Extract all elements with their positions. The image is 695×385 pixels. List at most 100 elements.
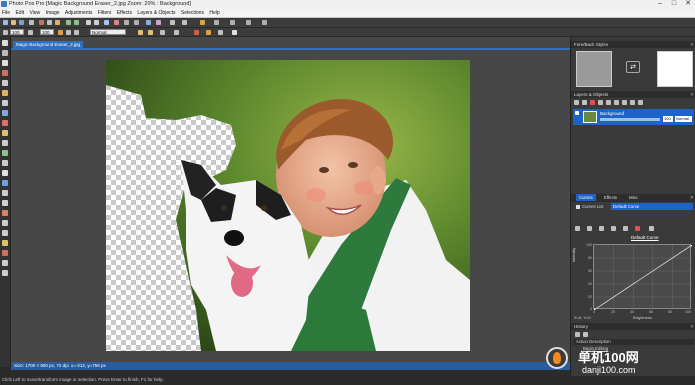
cut-icon[interactable] xyxy=(39,20,44,25)
menu-image[interactable]: Image xyxy=(44,9,62,18)
option-k-icon[interactable] xyxy=(232,30,237,35)
document-tab[interactable]: Magic Background Eraser_2.jpg xyxy=(13,41,84,48)
brush-size-icon[interactable] xyxy=(28,30,33,35)
copy-icon[interactable] xyxy=(47,20,52,25)
crop-icon[interactable] xyxy=(114,20,119,25)
tool-preset-icon[interactable] xyxy=(3,30,8,35)
window-icon[interactable] xyxy=(246,20,251,25)
new-layer-icon[interactable] xyxy=(574,100,579,105)
curve-point-icon[interactable] xyxy=(623,226,628,231)
menu-layers-objects[interactable]: Layers & Objects xyxy=(135,9,177,18)
option-i-icon[interactable] xyxy=(206,30,211,35)
brush-tool-icon[interactable] xyxy=(2,120,8,126)
option-d-icon[interactable] xyxy=(138,30,143,35)
magic-wand-tool-icon[interactable] xyxy=(2,70,8,76)
close-icon[interactable]: ✕ xyxy=(690,41,694,48)
settings-icon[interactable] xyxy=(230,20,235,25)
menu-view[interactable]: View xyxy=(27,9,42,18)
save-icon[interactable] xyxy=(19,20,24,25)
print-icon[interactable] xyxy=(29,20,34,25)
pen-tool-icon[interactable] xyxy=(2,90,8,96)
opacity-field[interactable]: 100 xyxy=(40,29,54,35)
curve-load-icon[interactable] xyxy=(587,226,592,231)
option-f-icon[interactable] xyxy=(160,30,165,35)
curve-channel-icon[interactable] xyxy=(611,226,616,231)
option-b-icon[interactable] xyxy=(66,30,71,35)
layer-up-icon[interactable] xyxy=(598,100,603,105)
duplicate-layer-icon[interactable] xyxy=(582,100,587,105)
menu-filters[interactable]: Filters xyxy=(96,9,114,18)
blend-mode-select[interactable]: Normal xyxy=(90,29,126,35)
color-icon[interactable] xyxy=(156,20,161,25)
option-h-icon[interactable] xyxy=(194,30,199,35)
grid-icon[interactable] xyxy=(170,20,175,25)
stamp-tool-icon[interactable] xyxy=(2,250,8,256)
zoom-field[interactable]: 100 xyxy=(10,29,24,35)
ruler-icon[interactable] xyxy=(182,20,187,25)
sponge-tool-icon[interactable] xyxy=(2,200,8,206)
paste-icon[interactable] xyxy=(55,20,60,25)
background-swatch[interactable] xyxy=(657,51,693,87)
curve-save-icon[interactable] xyxy=(599,226,604,231)
smudge-tool-icon[interactable] xyxy=(2,190,8,196)
fit-icon[interactable] xyxy=(104,20,109,25)
menu-edit[interactable]: Edit xyxy=(13,9,26,18)
close-icon[interactable]: ✕ xyxy=(690,323,694,330)
measure-tool-icon[interactable] xyxy=(2,270,8,276)
zoom-tool-icon[interactable] xyxy=(2,230,8,236)
tab-effects[interactable]: Effects xyxy=(601,194,620,201)
clone-tool-icon[interactable] xyxy=(2,140,8,146)
history-undo-icon[interactable] xyxy=(575,332,580,337)
hand-tool-icon[interactable] xyxy=(2,220,8,226)
eraser-tool-icon[interactable] xyxy=(2,130,8,136)
layer-opacity-bar[interactable] xyxy=(600,118,660,121)
option-e-icon[interactable] xyxy=(148,30,153,35)
select-tool-icon[interactable] xyxy=(2,50,8,56)
gradient-tool-icon[interactable] xyxy=(2,240,8,246)
option-g-icon[interactable] xyxy=(174,30,179,35)
help-icon[interactable] xyxy=(262,20,267,25)
tab-misc[interactable]: Misc xyxy=(626,194,641,201)
visibility-icon[interactable] xyxy=(575,111,579,115)
curves-list-item[interactable]: Default Curve xyxy=(611,203,693,210)
move-tool-icon[interactable] xyxy=(2,40,8,46)
layer-opacity-field[interactable]: 100 xyxy=(663,116,673,122)
tab-curves[interactable]: Curves xyxy=(576,194,596,201)
curve-reset-icon[interactable] xyxy=(575,226,580,231)
picker-tool-icon[interactable] xyxy=(2,210,8,216)
close-icon[interactable]: ✕ xyxy=(690,91,694,98)
effects-icon[interactable] xyxy=(638,100,643,105)
red-eye-tool-icon[interactable] xyxy=(2,180,8,186)
star-icon[interactable] xyxy=(200,20,205,25)
fill-tool-icon[interactable] xyxy=(2,150,8,156)
layer-blend-select[interactable]: Normal xyxy=(675,116,692,122)
curve-graph[interactable] xyxy=(592,243,694,312)
rotate-icon[interactable] xyxy=(124,20,129,25)
image-canvas[interactable] xyxy=(106,60,470,351)
new-icon[interactable] xyxy=(3,20,8,25)
zoom-out-icon[interactable] xyxy=(94,20,99,25)
blur-tool-icon[interactable] xyxy=(2,160,8,166)
line-tool-icon[interactable] xyxy=(2,260,8,266)
delete-layer-icon[interactable] xyxy=(590,100,595,105)
menu-file[interactable]: File xyxy=(0,9,12,18)
option-j-icon[interactable] xyxy=(218,30,223,35)
layer-properties-icon[interactable] xyxy=(622,100,627,105)
zoom-in-icon[interactable] xyxy=(86,20,91,25)
curves-checkbox[interactable] xyxy=(576,205,580,209)
crop-tool-icon[interactable] xyxy=(2,80,8,86)
layer-down-icon[interactable] xyxy=(606,100,611,105)
undo-icon[interactable] xyxy=(66,20,71,25)
shape-tool-icon[interactable] xyxy=(2,100,8,106)
menu-help[interactable]: Help xyxy=(207,9,221,18)
layer-row-background[interactable]: Background 100 Normal xyxy=(573,109,694,125)
close-icon[interactable]: ✕ xyxy=(690,195,694,201)
menu-effects[interactable]: Effects xyxy=(115,9,134,18)
close-button[interactable]: ✕ xyxy=(681,0,695,9)
redo-icon[interactable] xyxy=(74,20,79,25)
dodge-tool-icon[interactable] xyxy=(2,170,8,176)
history-redo-icon[interactable] xyxy=(583,332,588,337)
arrow-icon[interactable] xyxy=(214,20,219,25)
curve-smooth-icon[interactable] xyxy=(649,226,654,231)
resize-icon[interactable] xyxy=(146,20,151,25)
